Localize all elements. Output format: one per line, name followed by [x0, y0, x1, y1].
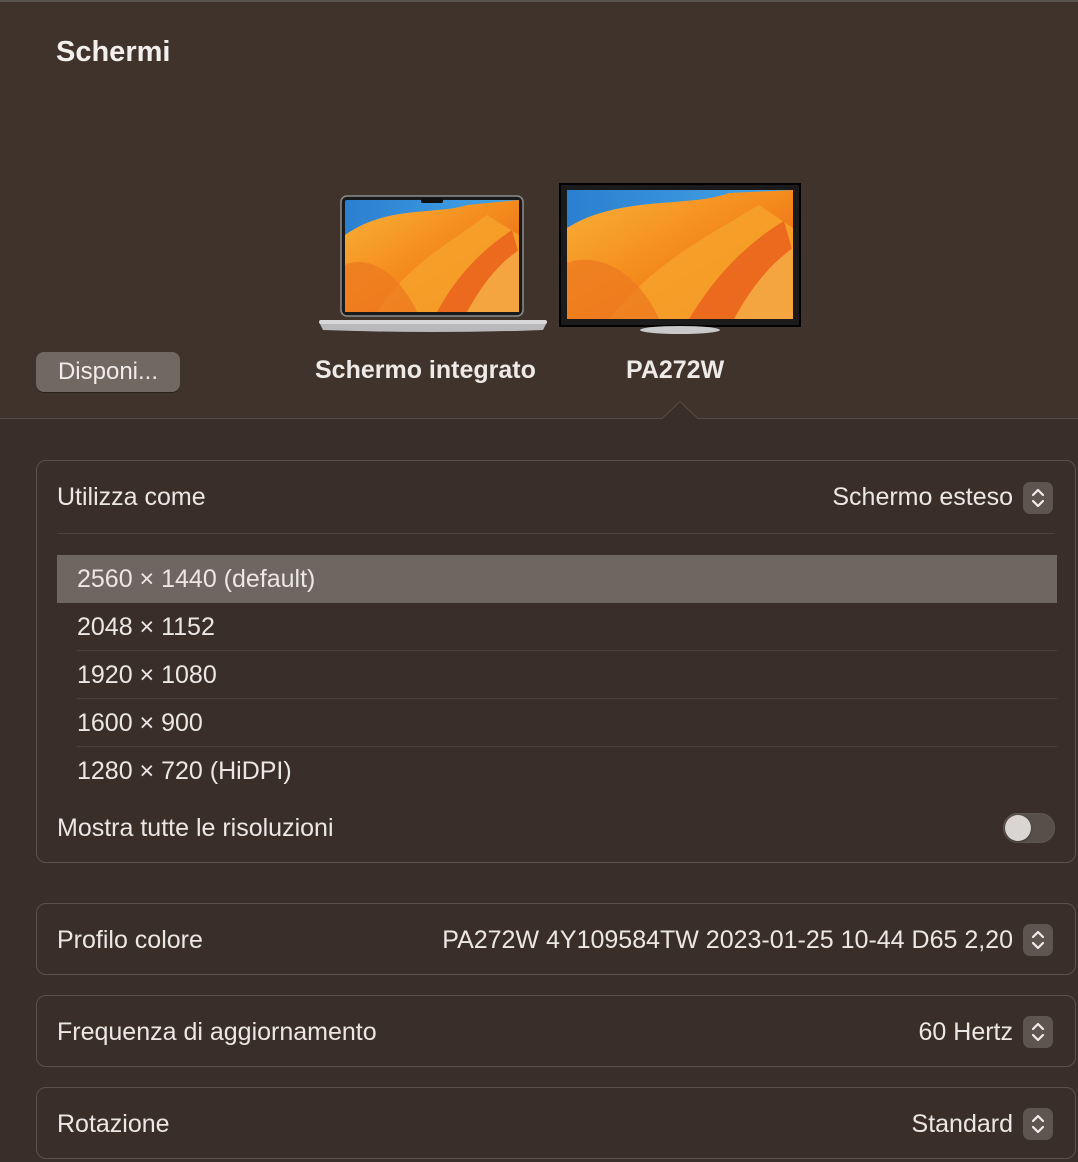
resolution-item[interactable]: 1920 × 1080: [57, 651, 1057, 699]
row-separator: [57, 533, 1055, 534]
rotation-label: Rotazione: [57, 1110, 170, 1138]
selected-display-pointer: [662, 401, 698, 419]
chevron-up-down-icon: [1031, 1022, 1045, 1042]
rotation-stepper[interactable]: [1023, 1108, 1053, 1140]
color-profile-card: Profilo colore PA272W 4Y109584TW 2023-01…: [36, 903, 1076, 975]
display-arrangement-header: Schermi Schermo integrato PA272W Disponi…: [0, 2, 1078, 418]
color-profile-label: Profilo colore: [57, 926, 203, 954]
chevron-up-down-icon: [1031, 930, 1045, 950]
resolution-item[interactable]: 2560 × 1440 (default): [57, 555, 1057, 603]
use-as-stepper[interactable]: [1023, 482, 1053, 514]
arrange-button[interactable]: Disponi...: [36, 352, 180, 392]
display-settings-card: Utilizza come Schermo esteso 2560 × 1440…: [36, 460, 1076, 863]
resolution-item[interactable]: 1600 × 900: [57, 699, 1057, 747]
display-label-pa272w[interactable]: PA272W: [626, 356, 724, 385]
refresh-rate-stepper[interactable]: [1023, 1016, 1053, 1048]
toggle-knob: [1005, 815, 1031, 841]
resolution-item[interactable]: 1280 × 720 (HiDPI): [57, 747, 1057, 795]
rotation-card: Rotazione Standard: [36, 1087, 1076, 1159]
builtin-display-laptop-icon[interactable]: [317, 195, 549, 333]
chevron-up-down-icon: [1031, 488, 1045, 508]
page-title: Schermi: [56, 36, 171, 68]
header-divider: [0, 418, 1078, 419]
show-all-resolutions-label: Mostra tutte le risoluzioni: [57, 814, 334, 842]
external-monitor-icon[interactable]: [559, 183, 801, 335]
rotation-value[interactable]: Standard: [912, 1110, 1013, 1139]
use-as-label: Utilizza come: [57, 483, 206, 511]
color-profile-stepper[interactable]: [1023, 924, 1053, 956]
color-profile-value[interactable]: PA272W 4Y109584TW 2023-01-25 10-44 D65 2…: [442, 926, 1013, 955]
refresh-rate-label: Frequenza di aggiornamento: [57, 1018, 377, 1046]
chevron-up-down-icon: [1031, 1114, 1045, 1134]
refresh-rate-value[interactable]: 60 Hertz: [919, 1018, 1013, 1047]
refresh-rate-card: Frequenza di aggiornamento 60 Hertz: [36, 995, 1076, 1067]
resolution-item[interactable]: 2048 × 1152: [57, 603, 1057, 651]
display-label-builtin[interactable]: Schermo integrato: [315, 356, 536, 385]
show-all-resolutions-toggle[interactable]: [1003, 813, 1055, 843]
use-as-value[interactable]: Schermo esteso: [832, 483, 1013, 512]
